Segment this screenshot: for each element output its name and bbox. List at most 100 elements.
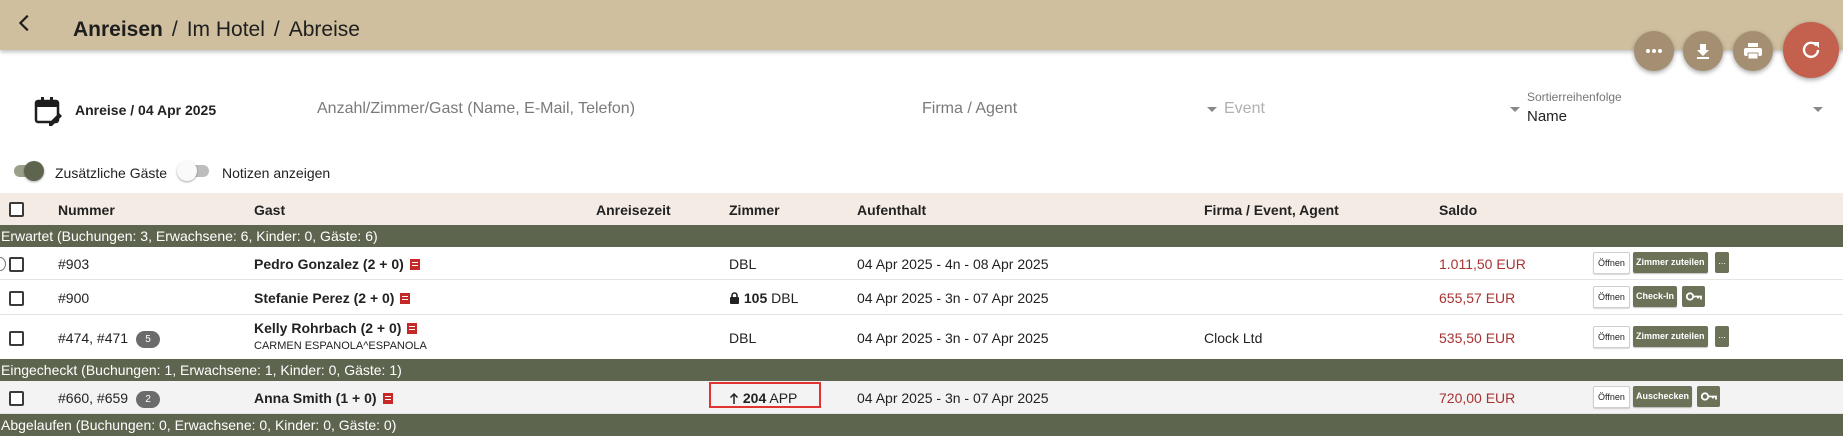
booking-number[interactable]: #903 bbox=[58, 256, 89, 272]
row-checkbox[interactable] bbox=[9, 331, 24, 346]
guest-name-text: Stefanie Perez (2 + 0) bbox=[254, 290, 395, 306]
breadcrumb-in-hotel[interactable]: Im Hotel bbox=[187, 18, 265, 41]
row-checkbox[interactable] bbox=[9, 257, 24, 272]
group-header-expired[interactable]: Abgelaufen (Buchungen: 0, Erwachsene: 0,… bbox=[0, 414, 1843, 436]
row-marker-icon bbox=[0, 257, 6, 271]
company-agent-input[interactable]: Firma / Agent bbox=[922, 100, 1017, 118]
col-balance[interactable]: Saldo bbox=[1439, 202, 1477, 218]
row-checkbox[interactable] bbox=[9, 291, 24, 306]
guest-name[interactable]: Pedro Gonzalez (2 + 0) bbox=[254, 256, 420, 272]
more-options-button[interactable]: ... bbox=[1715, 252, 1729, 273]
col-stay[interactable]: Aufenthalt bbox=[857, 202, 926, 218]
guest-name[interactable]: Anna Smith (1 + 0) bbox=[254, 390, 393, 406]
breadcrumb: Anreisen / Im Hotel / Abreise bbox=[73, 18, 360, 42]
room-highlight-box bbox=[709, 382, 821, 408]
sort-order-label: Sortierreihenfolge bbox=[1527, 90, 1622, 104]
col-arrival-time[interactable]: Anreisezeit bbox=[596, 202, 671, 218]
search-input[interactable]: Anzahl/Zimmer/Gast (Name, E-Mail, Telefo… bbox=[317, 100, 635, 118]
toggle-knob bbox=[177, 161, 197, 181]
row-checkbox[interactable] bbox=[9, 391, 24, 406]
booking-number[interactable]: #660, #659 2 bbox=[58, 390, 161, 408]
guest-name[interactable]: Kelly Rohrbach (2 + 0) bbox=[254, 320, 418, 336]
calendar-edit-icon[interactable] bbox=[34, 96, 62, 126]
more-button[interactable] bbox=[1634, 31, 1674, 71]
download-icon bbox=[1697, 44, 1709, 59]
table-header: Nummer Gast Anreisezeit Zimmer Aufenthal… bbox=[0, 193, 1843, 225]
key-button[interactable] bbox=[1697, 386, 1720, 407]
show-notes-label: Notizen anzeigen bbox=[222, 165, 331, 181]
filter-bar: Anreise / 04 Apr 2025 Anzahl/Zimmer/Gast… bbox=[0, 80, 1843, 140]
room-type: DBL bbox=[729, 330, 757, 346]
open-button[interactable]: Öffnen bbox=[1593, 386, 1630, 408]
stay-period: 04 Apr 2025 - 3n - 07 Apr 2025 bbox=[857, 290, 1049, 306]
check-in-button[interactable]: Check-In bbox=[1633, 286, 1678, 307]
col-room[interactable]: Zimmer bbox=[729, 202, 780, 218]
room-number: 105 bbox=[743, 290, 768, 306]
table-row[interactable]: #474, #471 5 Kelly Rohrbach (2 + 0) CARME… bbox=[0, 315, 1843, 360]
room-type: DBL bbox=[771, 290, 799, 306]
balance: 720,00 EUR bbox=[1439, 390, 1516, 406]
booking-count-badge: 5 bbox=[136, 331, 161, 348]
table-row[interactable]: #903 Pedro Gonzalez (2 + 0) DBL 04 Apr 2… bbox=[0, 247, 1843, 280]
check-out-button[interactable]: Auschecken bbox=[1633, 386, 1693, 407]
col-number[interactable]: Nummer bbox=[58, 202, 115, 218]
breadcrumb-separator: / bbox=[171, 18, 178, 41]
more-options-button[interactable]: ... bbox=[1715, 326, 1729, 347]
booking-number[interactable]: #474, #471 5 bbox=[58, 330, 161, 348]
open-button[interactable]: Öffnen bbox=[1593, 252, 1630, 274]
download-button[interactable] bbox=[1683, 31, 1723, 71]
open-button[interactable]: Öffnen bbox=[1593, 326, 1630, 348]
show-notes-toggle[interactable] bbox=[177, 161, 209, 181]
group-header-checked-in[interactable]: Eingecheckt (Buchungen: 1, Erwachsene: 1… bbox=[0, 359, 1843, 381]
booking-count-badge: 2 bbox=[136, 391, 161, 408]
more-icon bbox=[1646, 49, 1662, 53]
guest-name-text: Anna Smith (1 + 0) bbox=[254, 390, 377, 406]
room-cell[interactable]: 105 DBL bbox=[729, 290, 798, 306]
col-guest[interactable]: Gast bbox=[254, 202, 285, 218]
open-button[interactable]: Öffnen bbox=[1593, 286, 1630, 308]
sort-order-select[interactable]: Name bbox=[1527, 108, 1567, 125]
guest-name[interactable]: Stefanie Perez (2 + 0) bbox=[254, 290, 411, 306]
company-dropdown-icon[interactable] bbox=[1207, 107, 1217, 112]
event-dropdown-icon[interactable] bbox=[1510, 107, 1520, 112]
note-icon[interactable] bbox=[400, 293, 411, 304]
key-icon bbox=[1700, 392, 1717, 401]
top-bar: Anreisen / Im Hotel / Abreise bbox=[0, 0, 1843, 50]
group-header-expected[interactable]: Erwartet (Buchungen: 3, Erwachsene: 6, K… bbox=[0, 225, 1843, 247]
event-select[interactable]: Event bbox=[1224, 100, 1265, 118]
table-row[interactable]: #900 Stefanie Perez (2 + 0) 105 DBL 04 A… bbox=[0, 280, 1843, 315]
back-arrow-icon[interactable] bbox=[14, 12, 36, 34]
stay-period: 04 Apr 2025 - 3n - 07 Apr 2025 bbox=[857, 390, 1049, 406]
breadcrumb-arrivals[interactable]: Anreisen bbox=[73, 18, 163, 41]
extra-guests-toggle[interactable] bbox=[14, 161, 44, 181]
balance: 655,57 EUR bbox=[1439, 290, 1516, 306]
additional-guest: CARMEN ESPANOLA^ESPANOLA bbox=[254, 340, 427, 352]
note-icon[interactable] bbox=[407, 323, 418, 334]
refresh-button[interactable] bbox=[1783, 22, 1839, 78]
note-icon[interactable] bbox=[382, 393, 393, 404]
company-name: Clock Ltd bbox=[1204, 330, 1263, 346]
key-button[interactable] bbox=[1682, 286, 1705, 307]
print-button[interactable] bbox=[1733, 31, 1773, 71]
balance: 1.011,50 EUR bbox=[1439, 256, 1526, 272]
select-all-checkbox[interactable] bbox=[9, 202, 24, 217]
booking-number[interactable]: #900 bbox=[58, 290, 89, 306]
sort-dropdown-icon[interactable] bbox=[1813, 107, 1823, 112]
assign-room-button[interactable]: Zimmer zuteilen bbox=[1633, 252, 1708, 273]
table-row[interactable]: #660, #659 2 Anna Smith (1 + 0) 204 APP 0… bbox=[0, 381, 1843, 414]
refresh-icon bbox=[1802, 41, 1820, 59]
arrival-date-label[interactable]: Anreise / 04 Apr 2025 bbox=[75, 102, 216, 118]
note-icon[interactable] bbox=[409, 259, 420, 270]
group-label: Eingecheckt (Buchungen: 1, Erwachsene: 1… bbox=[1, 362, 402, 378]
extra-guests-label: Zusätzliche Gäste bbox=[55, 165, 168, 181]
assign-room-button[interactable]: Zimmer zuteilen bbox=[1633, 326, 1708, 347]
col-company[interactable]: Firma / Event, Agent bbox=[1204, 202, 1339, 218]
booking-number-text: #660, #659 bbox=[58, 390, 129, 406]
lock-icon bbox=[730, 292, 739, 304]
breadcrumb-departure[interactable]: Abreise bbox=[289, 18, 360, 41]
breadcrumb-separator: / bbox=[273, 18, 280, 41]
toggle-row: Zusätzliche Gäste Notizen anzeigen bbox=[0, 160, 600, 186]
stay-period: 04 Apr 2025 - 4n - 08 Apr 2025 bbox=[857, 256, 1049, 272]
balance: 535,50 EUR bbox=[1439, 330, 1516, 346]
stay-period: 04 Apr 2025 - 3n - 07 Apr 2025 bbox=[857, 330, 1049, 346]
